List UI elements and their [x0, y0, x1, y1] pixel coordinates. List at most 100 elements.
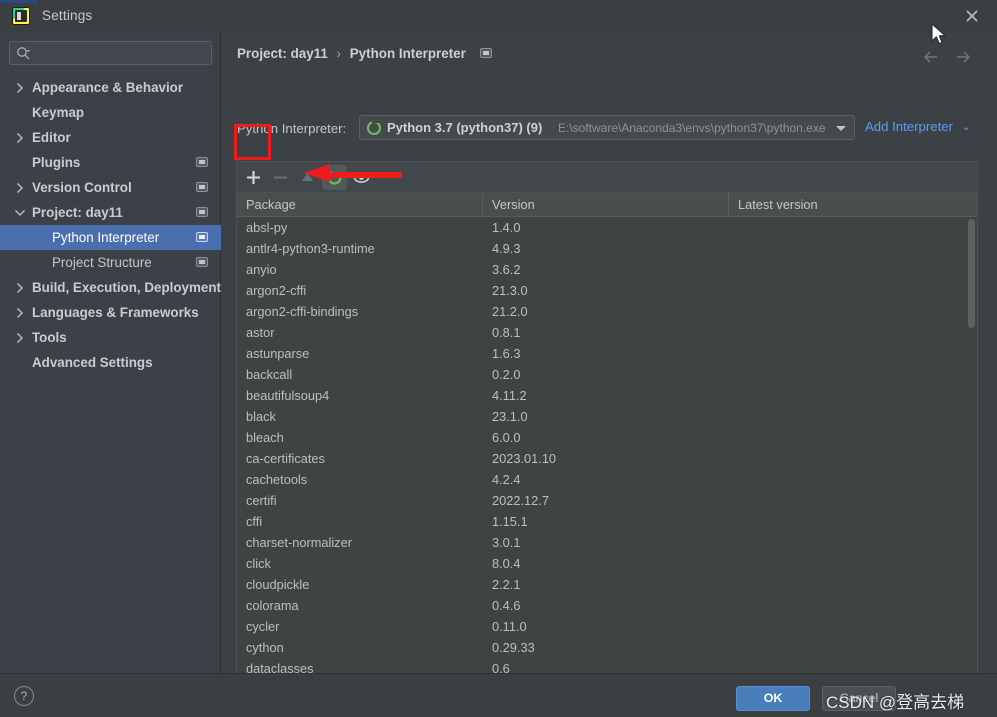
search-input[interactable]	[36, 42, 208, 64]
back-arrow-icon[interactable]	[921, 47, 945, 67]
table-row[interactable]: ca-certificates 2023.01.10	[237, 448, 977, 469]
chevron-right-icon[interactable]	[14, 325, 26, 350]
cell-package: colorama	[246, 598, 299, 613]
chevron-down-icon[interactable]	[14, 200, 26, 225]
table-row[interactable]: black 23.1.0	[237, 406, 977, 427]
sidebar-item-plugins[interactable]: Plugins	[0, 150, 221, 175]
sidebar-item-label: Version Control	[32, 180, 132, 195]
column-header-latest-version[interactable]: Latest version	[729, 193, 977, 216]
close-icon[interactable]	[961, 5, 983, 27]
sidebar-item-label: Project Structure	[52, 255, 152, 270]
project-scope-icon	[196, 232, 208, 242]
package-table: Package Version Latest version absl-py 1.…	[236, 192, 978, 688]
breadcrumb-separator: ›	[336, 46, 342, 61]
table-row[interactable]: cachetools 4.2.4	[237, 469, 977, 490]
cell-package: cffi	[246, 514, 263, 529]
project-scope-icon	[196, 182, 208, 192]
interpreter-name: Python 3.7 (python37) (9)	[387, 120, 543, 135]
upgrade-package-button[interactable]	[295, 165, 320, 190]
cell-package: backcall	[246, 367, 293, 382]
cell-version: 1.6.3	[492, 346, 521, 361]
sidebar-item-label: Python Interpreter	[52, 230, 160, 245]
show-early-releases-icon[interactable]	[349, 165, 374, 190]
table-row[interactable]: bleach 6.0.0	[237, 427, 977, 448]
table-row[interactable]: certifi 2022.12.7	[237, 490, 977, 511]
chevron-right-icon[interactable]	[14, 300, 26, 325]
chevron-right-icon[interactable]	[14, 75, 26, 100]
cell-package: cycler	[246, 619, 280, 634]
sidebar-item-label: Plugins	[32, 155, 81, 170]
sidebar-item-tools[interactable]: Tools	[0, 325, 221, 350]
chevron-right-icon[interactable]	[14, 175, 26, 200]
add-interpreter-label: Add Interpreter	[865, 119, 953, 134]
table-row[interactable]: cloudpickle 2.2.1	[237, 574, 977, 595]
table-row[interactable]: absl-py 1.4.0	[237, 217, 977, 238]
cell-package: astunparse	[246, 346, 310, 361]
cell-version: 21.3.0	[492, 283, 528, 298]
sidebar-item-languages-frameworks[interactable]: Languages & Frameworks	[0, 300, 221, 325]
chevron-right-icon[interactable]	[14, 275, 26, 300]
cell-package: click	[246, 556, 271, 571]
pycharm-icon	[12, 7, 30, 25]
table-row[interactable]: antlr4-python3-runtime 4.9.3	[237, 238, 977, 259]
table-row[interactable]: backcall 0.2.0	[237, 364, 977, 385]
cell-version: 0.11.0	[492, 619, 527, 634]
table-row[interactable]: cycler 0.11.0	[237, 616, 977, 637]
cell-package: ca-certificates	[246, 451, 325, 466]
table-row[interactable]: colorama 0.4.6	[237, 595, 977, 616]
table-scrollbar[interactable]	[966, 217, 977, 687]
cell-version: 4.9.3	[492, 241, 521, 256]
table-row[interactable]: beautifulsoup4 4.11.2	[237, 385, 977, 406]
remove-package-button[interactable]	[268, 165, 293, 190]
sidebar-item-label: Keymap	[32, 105, 85, 120]
sidebar-item-label: Tools	[32, 330, 67, 345]
cell-version: 23.1.0	[492, 409, 528, 424]
sidebar-item-label: Advanced Settings	[32, 355, 153, 370]
cancel-button[interactable]: Cancel	[822, 686, 896, 711]
add-package-button[interactable]	[241, 165, 266, 190]
interpreter-dropdown[interactable]: Python 3.7 (python37) (9) E:\software\An…	[359, 115, 855, 140]
search-box[interactable]	[9, 41, 212, 65]
table-row[interactable]: argon2-cffi-bindings 21.2.0	[237, 301, 977, 322]
table-row[interactable]: argon2-cffi 21.3.0	[237, 280, 977, 301]
cell-package: cachetools	[246, 472, 308, 487]
sidebar-item-advanced-settings[interactable]: Advanced Settings	[0, 350, 221, 375]
table-row[interactable]: anyio 3.6.2	[237, 259, 977, 280]
package-toolbar	[236, 161, 978, 192]
add-interpreter-button[interactable]: Add Interpreter ⌄	[865, 119, 971, 134]
sidebar-item-project-structure[interactable]: Project Structure	[0, 250, 221, 275]
table-row[interactable]: astunparse 1.6.3	[237, 343, 977, 364]
ok-button[interactable]: OK	[736, 686, 810, 711]
sidebar-item-keymap[interactable]: Keymap	[0, 100, 221, 125]
breadcrumb-root[interactable]: Project: day11	[237, 46, 328, 61]
table-header-row: Package Version Latest version	[237, 193, 977, 217]
window-title: Settings	[42, 8, 93, 23]
sidebar-item-project-day11[interactable]: Project: day11	[0, 200, 221, 225]
sidebar-item-version-control[interactable]: Version Control	[0, 175, 221, 200]
chevron-right-icon[interactable]	[14, 125, 26, 150]
table-row[interactable]: charset-normalizer 3.0.1	[237, 532, 977, 553]
table-row[interactable]: cython 0.29.33	[237, 637, 977, 658]
help-button[interactable]: ?	[14, 686, 34, 706]
sidebar-item-label: Appearance & Behavior	[32, 80, 184, 95]
conda-environment-button[interactable]	[322, 165, 347, 190]
scrollbar-thumb[interactable]	[968, 219, 975, 328]
sidebar-item-editor[interactable]: Editor	[0, 125, 221, 150]
cell-version: 2023.01.10	[492, 451, 557, 466]
sidebar-item-python-interpreter[interactable]: Python Interpreter	[0, 225, 221, 250]
table-row[interactable]: cffi 1.15.1	[237, 511, 977, 532]
forward-arrow-icon[interactable]	[953, 47, 977, 67]
project-scope-icon	[196, 207, 208, 217]
column-header-version[interactable]: Version	[483, 193, 729, 216]
table-row[interactable]: astor 0.8.1	[237, 322, 977, 343]
table-row[interactable]: click 8.0.4	[237, 553, 977, 574]
cell-package: beautifulsoup4	[246, 388, 330, 403]
search-icon	[16, 46, 31, 61]
sidebar-item-build-execution-deployment[interactable]: Build, Execution, Deployment	[0, 275, 221, 300]
interpreter-path: E:\software\Anaconda3\envs\python37\pyth…	[558, 121, 826, 135]
settings-sidebar: Appearance & Behavior Keymap Editor Plugins…	[0, 33, 221, 673]
sidebar-item-label: Languages & Frameworks	[32, 305, 199, 320]
column-header-package[interactable]: Package	[237, 193, 483, 216]
sidebar-item-appearance-behavior[interactable]: Appearance & Behavior	[0, 75, 221, 100]
cell-package: charset-normalizer	[246, 535, 352, 550]
